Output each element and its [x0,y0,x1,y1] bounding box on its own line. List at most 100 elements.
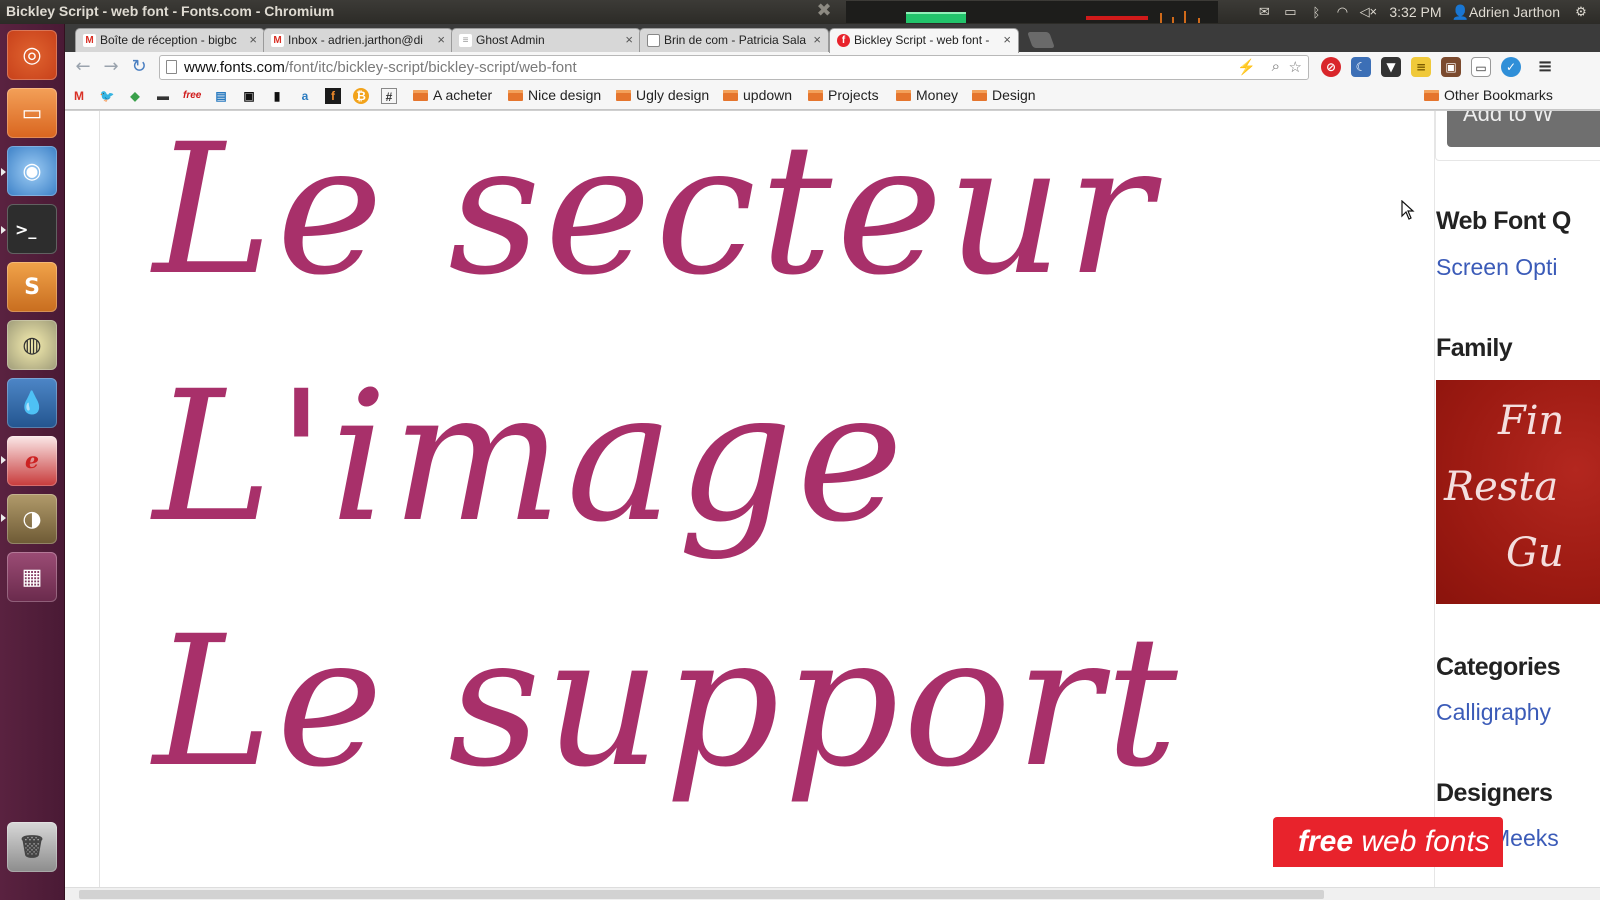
page-icon [647,34,660,47]
cast-icon[interactable]: ▭ [1471,57,1491,77]
horizontal-scrollbar[interactable] [65,887,1600,900]
tab-gmail-boite[interactable]: M Boîte de réception - bigbc × [75,28,265,52]
bookmark-icon[interactable]: ▤ [213,88,229,104]
terminal-launcher[interactable]: >_ [7,204,57,254]
bookmark-folder[interactable]: Design [972,87,1036,105]
family-image-text: Gu [1506,530,1564,576]
net-graph [1086,1,1148,23]
gimp-launcher[interactable]: ◑ [7,494,57,544]
bookmark-folder[interactable]: A acheter [413,87,492,105]
zoom-icon[interactable]: ⌕ [1272,58,1280,75]
bookmark-folder[interactable]: updown [723,87,792,105]
close-tab-icon[interactable]: × [1003,32,1011,47]
bolt-extension-icon[interactable]: ≡ [1411,57,1431,77]
bookmark-icon[interactable]: a [297,88,313,104]
tab-bickley-script[interactable]: f Bickley Script - web font - × [829,28,1019,53]
volume-icon[interactable]: ◁× [1355,0,1381,24]
bookmark-folder[interactable]: Ugly design [616,87,709,105]
rss-icon[interactable]: ☾ [1351,57,1371,77]
mail-icon[interactable]: ✉ [1251,0,1277,24]
tab-ghost-admin[interactable]: ≡ Ghost Admin × [451,28,641,52]
user-menu[interactable]: Adrien Jarthon [1469,4,1560,20]
url-host: www.fonts.com [184,59,285,76]
window-title: Bickley Script - web font - Fonts.com - … [6,3,335,19]
pidgin-launcher[interactable]: 💧 [7,378,57,428]
calligraphy-link[interactable]: Calligraphy [1436,699,1551,726]
tab-gmail-inbox[interactable]: M Inbox - adrien.jarthon@di × [263,28,453,52]
reload-button[interactable]: ↻ [127,56,151,78]
lightning-icon[interactable]: ⚡ [1237,58,1256,76]
speaker-icon: ◍ [22,332,42,358]
unity-launcher: ◎ ▭ ◉ >_ S ◍ 💧 ℯ ◑ ▦ 🗑 [0,24,65,900]
bookmark-star-icon[interactable]: ☆ [1289,58,1302,76]
ubuntu-dash-button[interactable]: ◎ [7,30,57,80]
files-launcher[interactable]: ▭ [7,88,57,138]
hash-bookmark-icon[interactable]: # [381,88,397,104]
fx-bookmark-icon[interactable]: f [325,88,341,104]
clock[interactable]: 3:32 PM [1389,4,1441,20]
family-image-text: Resta [1444,464,1559,510]
folder-icon: ▭ [21,100,43,126]
back-button[interactable]: ← [71,56,95,78]
page-info-icon[interactable] [166,60,177,74]
panel-indicators: ✉ ▭ ᛒ ◠ ◁× 3:32 PM 👤 Adrien Jarthon ⚙ [1251,0,1594,24]
compass-icon[interactable]: ✓ [1501,57,1521,77]
chromium-launcher[interactable]: ◉ [7,146,57,196]
new-tab-button[interactable] [1027,32,1055,48]
close-tab-icon[interactable]: × [437,32,445,47]
bookmark-folder[interactable]: Projects [808,87,879,105]
page-viewport: Le secteur L'image Le support Add to W W… [65,111,1600,887]
tab-brin-de-com[interactable]: Brin de com - Patricia Sala × [639,28,829,52]
bitcoin-bookmark-icon[interactable]: ₿ [353,88,369,104]
close-tab-icon[interactable]: × [813,32,821,47]
bookmark-icon[interactable]: ▬ [155,88,171,104]
tab-label: Inbox - adrien.jarthon@di [288,33,423,47]
screen-optimized-link[interactable]: Screen Opti [1436,254,1557,281]
system-monitor-indicator[interactable] [846,1,1218,23]
document-viewer-launcher[interactable]: ℯ [7,436,57,486]
pocket-icon[interactable]: ▼ [1381,57,1401,77]
bluetooth-icon[interactable]: ᛒ [1303,0,1329,24]
adblock-icon[interactable]: ⊘ [1321,57,1341,77]
workspace-switcher[interactable]: ▦ [7,552,57,602]
browser-toolbar: ← → ↻ www.fonts.com/font/itc/bickley-scr… [65,52,1600,82]
bookmark-folder[interactable]: Money [896,87,958,105]
ubuntu-logo-icon: ◎ [22,42,42,68]
other-bookmarks-folder[interactable]: Other Bookmarks [1424,87,1553,105]
add-to-web-project-button[interactable]: Add to W [1447,111,1600,147]
sublime-text-launcher[interactable]: S [7,262,57,312]
free-web-fonts-banner[interactable]: free web fonts [1273,817,1503,867]
tab-label: Bickley Script - web font - [854,33,990,47]
address-bar[interactable]: www.fonts.com/font/itc/bickley-script/bi… [159,55,1309,80]
free-bookmark-icon[interactable]: free [183,88,201,104]
running-indicator [1,514,6,522]
twitter-bookmark-icon[interactable]: 🐦 [99,88,115,104]
content-divider [99,111,100,887]
gear-icon[interactable]: ⚙ [1568,0,1594,24]
bus-bookmark-icon[interactable]: ▮ [269,88,285,104]
horizontal-scroll-thumb[interactable] [79,890,1324,899]
mouse-cursor-icon [1401,200,1415,220]
family-sample-image[interactable]: Fin Resta Gu [1436,380,1600,604]
briefcase-icon[interactable]: ▣ [1441,57,1461,77]
close-tab-icon[interactable]: × [249,32,257,47]
tab-label: Boîte de réception - bigbc [100,33,237,47]
fonts-com-icon: f [837,34,850,47]
rhythmbox-launcher[interactable]: ◍ [7,320,57,370]
trash-launcher[interactable]: 🗑 [7,822,57,872]
gmail-icon: M [83,34,96,47]
close-tab-icon[interactable]: × [625,32,633,47]
gmail-bookmark-icon[interactable]: M [71,88,87,104]
forward-button[interactable]: → [99,56,123,78]
shop-bookmark-icon[interactable]: ▣ [241,88,257,104]
bookmark-folder[interactable]: Nice design [508,87,601,105]
web-font-quick-heading: Web Font Q [1436,207,1571,235]
menu-icon[interactable]: ≡ [1535,57,1555,77]
feedly-bookmark-icon[interactable]: ◆ [127,88,143,104]
workspaces-icon: ▦ [21,564,43,590]
designers-heading: Designers [1436,779,1553,807]
close-window-icon[interactable]: ✖ [814,1,834,21]
categories-heading: Categories [1436,653,1561,681]
battery-icon[interactable]: ▭ [1277,0,1303,24]
wifi-icon[interactable]: ◠ [1329,0,1355,24]
